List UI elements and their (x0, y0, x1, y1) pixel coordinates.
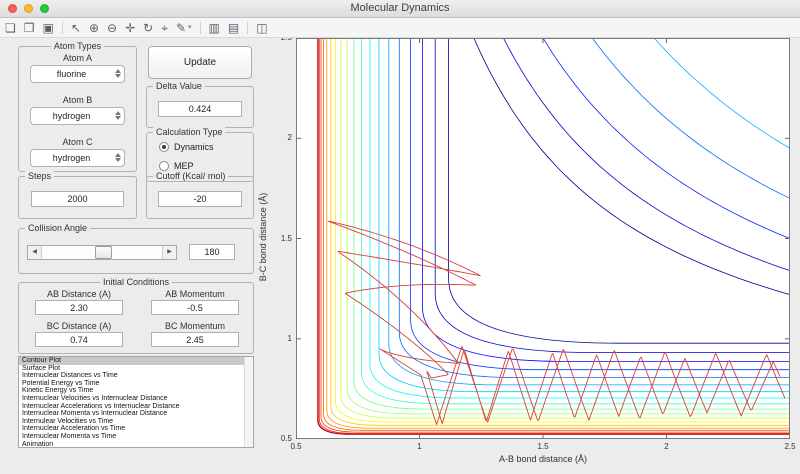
collision-angle-field[interactable]: 180 (189, 244, 235, 260)
y-tick-label: 1.5 (270, 234, 292, 243)
panel-title: Steps (25, 171, 54, 181)
steps-panel: Steps 2000 (18, 176, 137, 219)
pointer-icon[interactable]: ↖ (71, 22, 81, 34)
panel-title: Cutoff (Kcal/ mol) (153, 171, 228, 181)
atom-b-value: hydrogen (31, 108, 112, 124)
atom-a-dropdown[interactable]: fluorine (30, 65, 125, 83)
zoom-out-icon[interactable]: ⊖ (107, 22, 117, 34)
dropdown-arrows-icon (115, 153, 121, 162)
open-file-icon[interactable]: ❒ (24, 22, 35, 34)
x-tick-label: 1.5 (531, 442, 555, 451)
x-tick-label: 2.5 (778, 442, 800, 451)
radio-label: MEP (174, 161, 194, 171)
atom-a-value: fluorine (31, 66, 112, 82)
radio-option-dynamics[interactable]: Dynamics (159, 142, 214, 152)
radio-icon (159, 161, 169, 171)
brush-menu-arrow-icon[interactable]: ▾ (188, 24, 192, 31)
update-button[interactable]: Update (148, 46, 252, 79)
list-item[interactable]: Surface Plot (19, 365, 253, 373)
plot-type-listbox[interactable]: Contour PlotSurface PlotInternuclear Dis… (18, 356, 254, 448)
toolbar-separator (200, 21, 201, 34)
atom-c-label: Atom C (19, 137, 136, 147)
new-figure-icon[interactable]: ❏ (5, 22, 16, 34)
steps-field[interactable]: 2000 (31, 191, 124, 207)
pan-icon[interactable]: ✛ (125, 22, 135, 34)
save-figure-icon[interactable]: ▣ (43, 22, 54, 34)
panel-title: Atom Types (51, 41, 104, 51)
collision-angle-panel: Collision Angle ◀ ▶ 180 (18, 228, 254, 274)
brush-icon[interactable]: ✎ (176, 22, 186, 34)
bc-momentum-label: BC Momentum (143, 321, 247, 331)
listbox-scrollbar[interactable] (244, 357, 253, 447)
panel-title: Collision Angle (25, 223, 90, 233)
atom-c-value: hydrogen (31, 150, 112, 166)
y-tick-label: 0.5 (270, 434, 292, 443)
collision-angle-slider[interactable]: ◀ ▶ (27, 245, 177, 260)
panel-title: Delta Value (153, 81, 205, 91)
delta-value-field[interactable]: 0.424 (158, 101, 242, 117)
panel-title: Initial Conditions (100, 277, 172, 287)
atom-c-dropdown[interactable]: hydrogen (30, 149, 125, 167)
ab-momentum-field[interactable]: -0.5 (151, 300, 239, 315)
list-item[interactable]: Potential Energy vs Time (19, 380, 253, 388)
bc-momentum-field[interactable]: 2.45 (151, 332, 239, 347)
list-item[interactable]: Kinetic Energy vs Time (19, 387, 253, 395)
window-title: Molecular Dynamics (0, 0, 800, 17)
plot-tools-icon[interactable]: ◫ (256, 22, 267, 34)
ab-distance-field[interactable]: 2.30 (35, 300, 123, 315)
slider-left-arrow-icon[interactable]: ◀ (28, 246, 42, 259)
cutoff-field[interactable]: -20 (158, 191, 242, 207)
list-item[interactable]: Internuclear Distances vs Time (19, 372, 253, 380)
atom-a-label: Atom A (19, 53, 136, 63)
list-item[interactable]: Internulear Velocities vs Time (19, 418, 253, 426)
list-item[interactable]: Internuclear Accelerations vs Internucle… (19, 403, 253, 411)
bc-distance-field[interactable]: 0.74 (35, 332, 123, 347)
ab-momentum-label: AB Momentum (143, 289, 247, 299)
y-tick-label: 1 (270, 334, 292, 343)
list-item[interactable]: Internuclear Velocities vs Internuclear … (19, 395, 253, 403)
x-tick-label: 0.5 (284, 442, 308, 451)
slider-track[interactable] (42, 246, 162, 259)
panel-title: Calculation Type (153, 127, 225, 137)
list-item[interactable]: Animation (19, 441, 253, 448)
x-tick-label: 1 (408, 442, 432, 451)
bc-distance-label: BC Distance (A) (27, 321, 131, 331)
x-axis-label: A-B bond distance (Å) (296, 454, 790, 464)
toolbar-separator (247, 21, 248, 34)
delta-value-panel: Delta Value 0.424 (146, 86, 254, 128)
list-item[interactable]: Internuclear Acceleration vs Time (19, 425, 253, 433)
list-item[interactable]: Internuclear Momenta vs Time (19, 433, 253, 441)
toolbar-separator (62, 21, 63, 34)
toolbar: ❏ ❒ ▣ ↖ ⊕ ⊖ ✛ ↻ ⌖ ✎▾ ▥ ▤ ◫ (0, 18, 800, 38)
atom-types-panel: Atom Types Atom A fluorine Atom B hydrog… (18, 46, 137, 172)
slider-thumb[interactable] (95, 246, 112, 259)
data-cursor-icon[interactable]: ⌖ (161, 22, 168, 34)
zoom-in-icon[interactable]: ⊕ (89, 22, 99, 34)
insert-legend-icon[interactable]: ▤ (228, 22, 239, 34)
atom-b-dropdown[interactable]: hydrogen (30, 107, 125, 125)
initial-conditions-panel: Initial Conditions AB Distance (A) 2.30 … (18, 282, 254, 354)
x-tick-label: 2 (655, 442, 679, 451)
dropdown-arrows-icon (115, 69, 121, 78)
insert-colorbar-icon[interactable]: ▥ (209, 22, 220, 34)
cutoff-panel: Cutoff (Kcal/ mol) -20 (146, 176, 254, 219)
radio-label: Dynamics (174, 142, 214, 152)
radio-option-mep[interactable]: MEP (159, 161, 194, 171)
y-axis-label: B-C bond distance (Å) (258, 157, 268, 317)
dropdown-arrows-icon (115, 111, 121, 120)
list-item[interactable]: Internuclear Momenta vs Internuclear Dis… (19, 410, 253, 418)
slider-right-arrow-icon[interactable]: ▶ (162, 246, 176, 259)
contour-plot[interactable] (296, 38, 790, 439)
radio-icon (159, 142, 169, 152)
list-item[interactable]: Contour Plot (19, 357, 253, 365)
atom-b-label: Atom B (19, 95, 136, 105)
y-tick-label: 2 (270, 133, 292, 142)
ab-distance-label: AB Distance (A) (27, 289, 131, 299)
titlebar: Molecular Dynamics (0, 0, 800, 18)
rotate-3d-icon[interactable]: ↻ (143, 22, 153, 34)
